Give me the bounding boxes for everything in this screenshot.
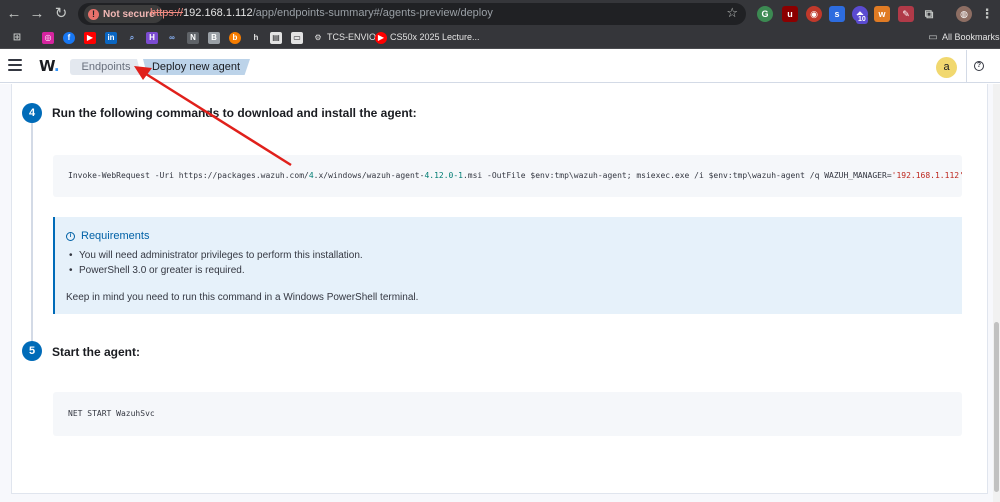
instagram-icon[interactable]: ◎ <box>42 32 54 44</box>
command-part: Invoke-WebRequest -Uri https://packages.… <box>68 171 309 180</box>
browser-toolbar: ← → ↻ ! Not secure https://192.168.1.112… <box>0 0 1000 29</box>
ublock-extension-icon[interactable]: u <box>782 6 798 22</box>
security-label: Not secure <box>103 8 155 20</box>
bookmark-star-icon[interactable]: ☆ <box>726 5 738 21</box>
linkedin-icon[interactable]: in <box>105 32 117 44</box>
url-text[interactable]: https://192.168.1.112/app/endpoints-summ… <box>150 7 493 19</box>
cookie-extension-icon[interactable]: ◉ <box>806 6 822 22</box>
url-scheme: https:// <box>150 7 184 19</box>
reload-icon[interactable]: ↻ <box>51 4 71 24</box>
bookmark-h2-icon[interactable]: h <box>250 32 262 44</box>
breadcrumb-deploy-new-agent: Deploy new agent <box>142 59 250 75</box>
dev-tools-extension-icon[interactable]: ✎ <box>898 6 914 22</box>
command-manager-ip: '192.168.1.112' <box>891 171 964 180</box>
requirements-title: Requirements <box>81 230 150 242</box>
requirements-list: You will need administrator privileges t… <box>69 250 363 280</box>
address-bar[interactable]: ! Not secure https://192.168.1.112/app/e… <box>78 3 746 25</box>
meta-icon[interactable]: ∞ <box>166 32 178 44</box>
print-icon[interactable]: ▤ <box>270 32 282 44</box>
requirements-callout: i Requirements You will need administrat… <box>53 217 962 314</box>
step-4-number: 4 <box>22 103 42 123</box>
profile-avatar-icon[interactable]: ◍ <box>956 6 972 22</box>
install-command-block[interactable]: Invoke-WebRequest -Uri https://packages.… <box>53 155 964 197</box>
steps-connector-line <box>31 120 33 342</box>
wappalyzer-extension-icon[interactable]: w <box>874 6 890 22</box>
translate-extension-icon[interactable]: s <box>829 6 845 22</box>
url-path: /app/endpoints-summary#/agents-preview/d… <box>252 7 493 19</box>
all-bookmarks[interactable]: All Bookmarks <box>942 32 1000 42</box>
requirements-note: Keep in mind you need to run this comman… <box>66 292 419 303</box>
step-5-number: 5 <box>22 341 42 361</box>
youtube-bookmark-icon[interactable]: ▶ <box>375 32 387 44</box>
desktop-icon[interactable]: ▭ <box>291 32 303 44</box>
extension-badge: 10 <box>856 15 868 24</box>
bookmark-b-icon[interactable]: B <box>208 32 220 44</box>
bookmark-tcs-envio[interactable]: TCS-ENVIO <box>327 32 376 42</box>
requirement-item: PowerShell 3.0 or greater is required. <box>69 265 363 276</box>
youtube-icon[interactable]: ▶ <box>84 32 96 44</box>
grammarly-extension-icon[interactable]: G <box>757 6 773 22</box>
url-host: 192.168.1.112 <box>183 7 253 19</box>
bookmark-h-icon[interactable]: H <box>146 32 158 44</box>
requirements-title-row: i Requirements <box>66 230 149 242</box>
app-header: W. Endpoints Deploy new agent a ? <box>0 50 1000 83</box>
step-5-title: Start the agent: <box>52 345 141 359</box>
help-icon[interactable]: ? <box>974 61 984 71</box>
start-command-block[interactable]: NET START WazuhSvc <box>53 392 962 436</box>
command-part: .x/windows/wazuh-agent- <box>313 171 425 180</box>
wazuh-logo[interactable]: W. <box>39 57 60 75</box>
notion-icon[interactable]: N <box>187 32 199 44</box>
search-icon[interactable]: ⌕ <box>126 32 138 44</box>
bookmark-orange-icon[interactable]: b <box>229 32 241 44</box>
apps-grid-icon[interactable]: ⊞ <box>11 32 23 44</box>
logo-letter: W <box>39 57 54 75</box>
info-icon: i <box>66 231 75 241</box>
step-4-title: Run the following commands to download a… <box>52 106 417 120</box>
breadcrumb-endpoints[interactable]: Endpoints <box>70 59 142 75</box>
back-icon[interactable]: ← <box>4 4 24 24</box>
hamburger-menu-icon[interactable] <box>8 59 22 73</box>
tcs-icon[interactable]: ⚙ <box>312 32 324 44</box>
browser-menu-icon[interactable]: ⋮ <box>979 6 995 22</box>
forward-icon[interactable]: → <box>27 4 47 24</box>
page-scrollbar-thumb[interactable] <box>994 322 999 492</box>
user-avatar[interactable]: a <box>936 57 957 78</box>
install-command: Invoke-WebRequest -Uri https://packages.… <box>68 171 964 180</box>
extensions-puzzle-icon[interactable]: ⧉ <box>921 6 937 22</box>
requirement-item: You will need administrator privileges t… <box>69 250 363 261</box>
command-part: .msi -OutFile $env:tmp\wazuh-agent; msie… <box>462 171 892 180</box>
folder-icon: ▭ <box>928 32 938 43</box>
warning-icon: ! <box>88 8 99 20</box>
start-command: NET START WazuhSvc <box>68 409 155 418</box>
header-divider <box>966 50 967 83</box>
bookmarks-bar: ⊞ ◎ f ▶ in ⌕ H ∞ N B b h ▤ ▭ ⚙ TCS-ENVIO… <box>0 29 1000 49</box>
facebook-icon[interactable]: f <box>63 32 75 44</box>
bookmark-cs50[interactable]: CS50x 2025 Lecture... <box>390 32 480 42</box>
command-version: 4.12.0-1 <box>424 171 463 180</box>
